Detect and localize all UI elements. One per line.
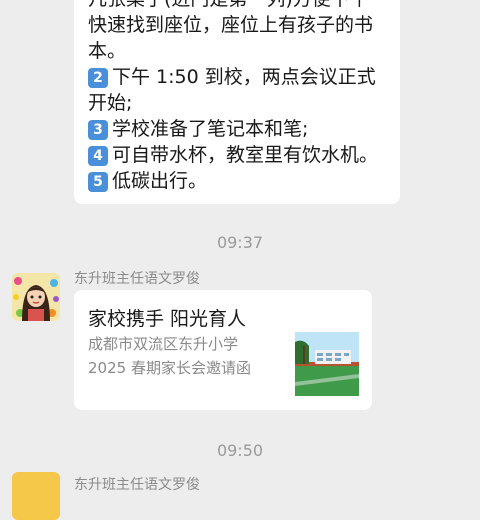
- message-item-2: 2 下午 1:50 到校，两点会议正式: [88, 64, 376, 90]
- avatar-girl-icon: [12, 273, 60, 321]
- timestamp: 09:37: [216, 233, 264, 252]
- card-desc-line: 2025 春期家长会邀请函: [88, 359, 251, 377]
- message-item-3: 3 学校准备了笔记本和笔;: [88, 116, 308, 142]
- card-title: 家校携手 阳光育人: [88, 308, 247, 330]
- message-line: 下午 1:50 到校，两点会议正式: [112, 66, 376, 88]
- keycap-5-icon: 5: [88, 172, 108, 192]
- sender-name[interactable]: 东升班主任语文罗俊: [74, 268, 200, 288]
- message-line: 本。: [88, 40, 127, 62]
- message-item-4: 4 可自带水杯，教室里有饮水机。: [88, 142, 378, 168]
- message-line: 快速找到座位，座位上有孩子的书: [88, 14, 374, 36]
- keycap-3-icon: 3: [88, 120, 108, 140]
- message-line: 几张桌子(进门是第一列)方便下午: [88, 0, 369, 12]
- school-building-image-icon: [295, 332, 359, 396]
- message-line: 开始;: [88, 92, 133, 114]
- message-line: 学校准备了笔记本和笔;: [112, 118, 309, 140]
- avatar[interactable]: [12, 472, 60, 520]
- message-line: 低碳出行。: [112, 170, 208, 192]
- keycap-2-icon: 2: [88, 68, 108, 88]
- card-description: 成都市双流区东升小学 2025 春期家长会邀请函: [88, 332, 251, 380]
- card-desc-line: 成都市双流区东升小学: [88, 335, 239, 353]
- message-line: 可自带水杯，教室里有饮水机。: [112, 144, 379, 166]
- sender-name[interactable]: 东升班主任语文罗俊: [74, 474, 200, 494]
- keycap-4-icon: 4: [88, 146, 108, 166]
- avatar[interactable]: [12, 273, 60, 321]
- message-bubble-notice[interactable]: 几张桌子(进门是第一列)方便下午 快速找到座位，座位上有孩子的书 本。 2下午 …: [74, 0, 400, 204]
- message-item-5: 5 低碳出行。: [88, 168, 207, 194]
- invitation-link-card[interactable]: 家校携手 阳光育人 成都市双流区东升小学 2025 春期家长会邀请函: [74, 290, 372, 410]
- timestamp: 09:50: [216, 441, 264, 460]
